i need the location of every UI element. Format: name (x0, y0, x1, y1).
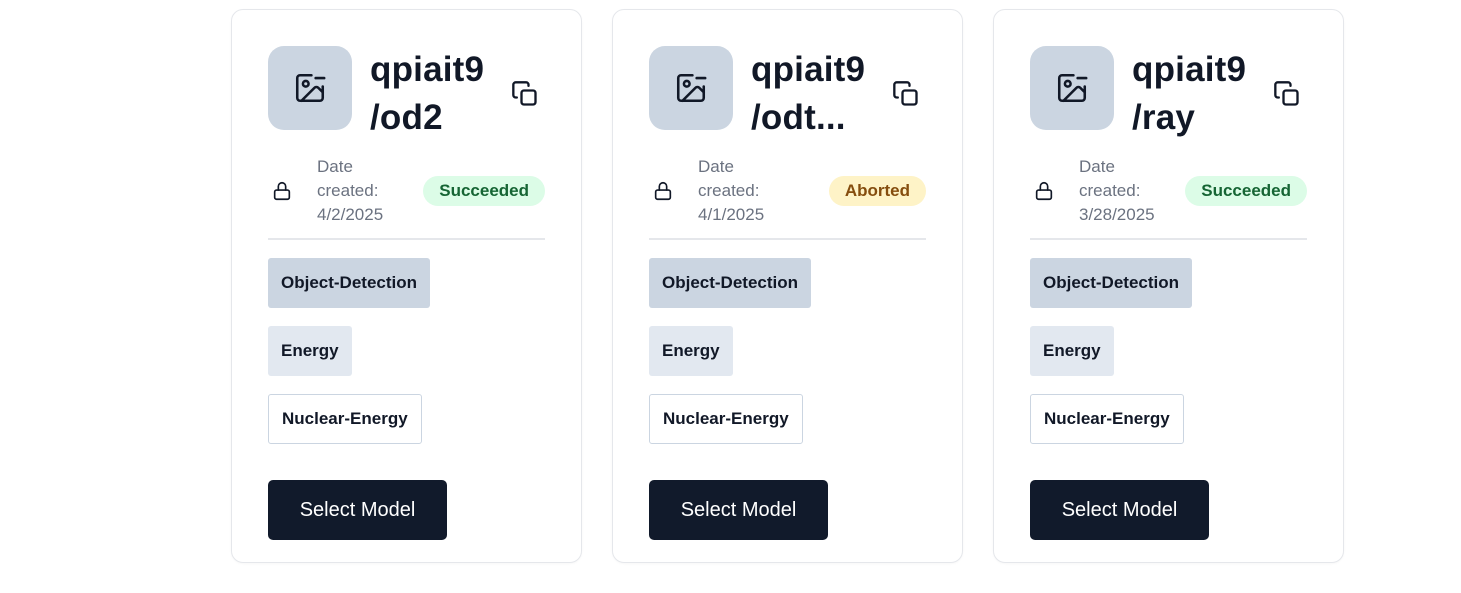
model-title-line2: /od2 (370, 98, 443, 137)
model-title-line1: qpiait9 (1132, 50, 1247, 89)
card-header: qpiait9 /ray (1030, 46, 1307, 142)
tag-object-detection[interactable]: Object-Detection (649, 258, 812, 308)
date-value: 3/28/2025 (1079, 205, 1155, 224)
model-card: qpiait9 /ray Date created: 3/28/2025 Suc… (993, 9, 1344, 563)
image-icon (649, 46, 733, 130)
copy-icon[interactable] (891, 79, 921, 109)
date-label: Date created: (317, 157, 379, 200)
tag-list: Object-Detection Energy Nuclear-Energy (1030, 258, 1307, 444)
select-model-button[interactable]: Select Model (1030, 480, 1209, 540)
date-label: Date created: (698, 157, 760, 200)
tag-energy[interactable]: Energy (1030, 326, 1114, 376)
card-meta: Date created: 4/2/2025 Succeeded (268, 154, 545, 240)
card-header: qpiait9 /od2 (268, 46, 545, 142)
tag-object-detection[interactable]: Object-Detection (268, 258, 431, 308)
model-card: qpiait9 /odt... Date created: 4/1/2025 A… (612, 9, 963, 563)
lock-icon (1032, 179, 1056, 203)
tag-energy[interactable]: Energy (649, 326, 733, 376)
tag-nuclear-energy[interactable]: Nuclear-Energy (1030, 394, 1184, 444)
tag-object-detection[interactable]: Object-Detection (1030, 258, 1193, 308)
model-title: qpiait9 /od2 (370, 46, 500, 142)
model-title: qpiait9 /ray (1132, 46, 1262, 142)
date-created: Date created: 4/1/2025 (698, 155, 790, 227)
date-created: Date created: 4/2/2025 (317, 155, 409, 227)
image-icon (268, 46, 352, 130)
lock-icon (270, 179, 294, 203)
model-title-line2: /ray (1132, 98, 1196, 137)
model-card: qpiait9 /od2 Date created: 4/2/2025 Succ… (231, 9, 582, 563)
select-model-button[interactable]: Select Model (268, 480, 447, 540)
image-icon (1030, 46, 1114, 130)
select-model-button[interactable]: Select Model (649, 480, 828, 540)
status-badge: Succeeded (1185, 176, 1307, 206)
lock-icon (651, 179, 675, 203)
tag-list: Object-Detection Energy Nuclear-Energy (649, 258, 926, 444)
tag-nuclear-energy[interactable]: Nuclear-Energy (649, 394, 803, 444)
copy-icon[interactable] (1272, 79, 1302, 109)
card-meta: Date created: 4/1/2025 Aborted (649, 154, 926, 240)
status-badge: Aborted (828, 176, 926, 206)
date-label: Date created: (1079, 157, 1141, 200)
model-title: qpiait9 /odt... (751, 46, 881, 142)
model-title-line1: qpiait9 (751, 50, 866, 89)
model-title-line2: /odt... (751, 98, 846, 137)
date-created: Date created: 3/28/2025 (1079, 155, 1171, 227)
date-value: 4/1/2025 (698, 205, 765, 224)
status-badge: Succeeded (423, 176, 545, 206)
card-header: qpiait9 /odt... (649, 46, 926, 142)
tag-list: Object-Detection Energy Nuclear-Energy (268, 258, 545, 444)
date-value: 4/2/2025 (317, 205, 384, 224)
tag-nuclear-energy[interactable]: Nuclear-Energy (268, 394, 422, 444)
model-card-grid: qpiait9 /od2 Date created: 4/2/2025 Succ… (231, 9, 1344, 563)
tag-energy[interactable]: Energy (268, 326, 352, 376)
copy-icon[interactable] (510, 79, 540, 109)
model-title-line1: qpiait9 (370, 50, 485, 89)
card-meta: Date created: 3/28/2025 Succeeded (1030, 154, 1307, 240)
